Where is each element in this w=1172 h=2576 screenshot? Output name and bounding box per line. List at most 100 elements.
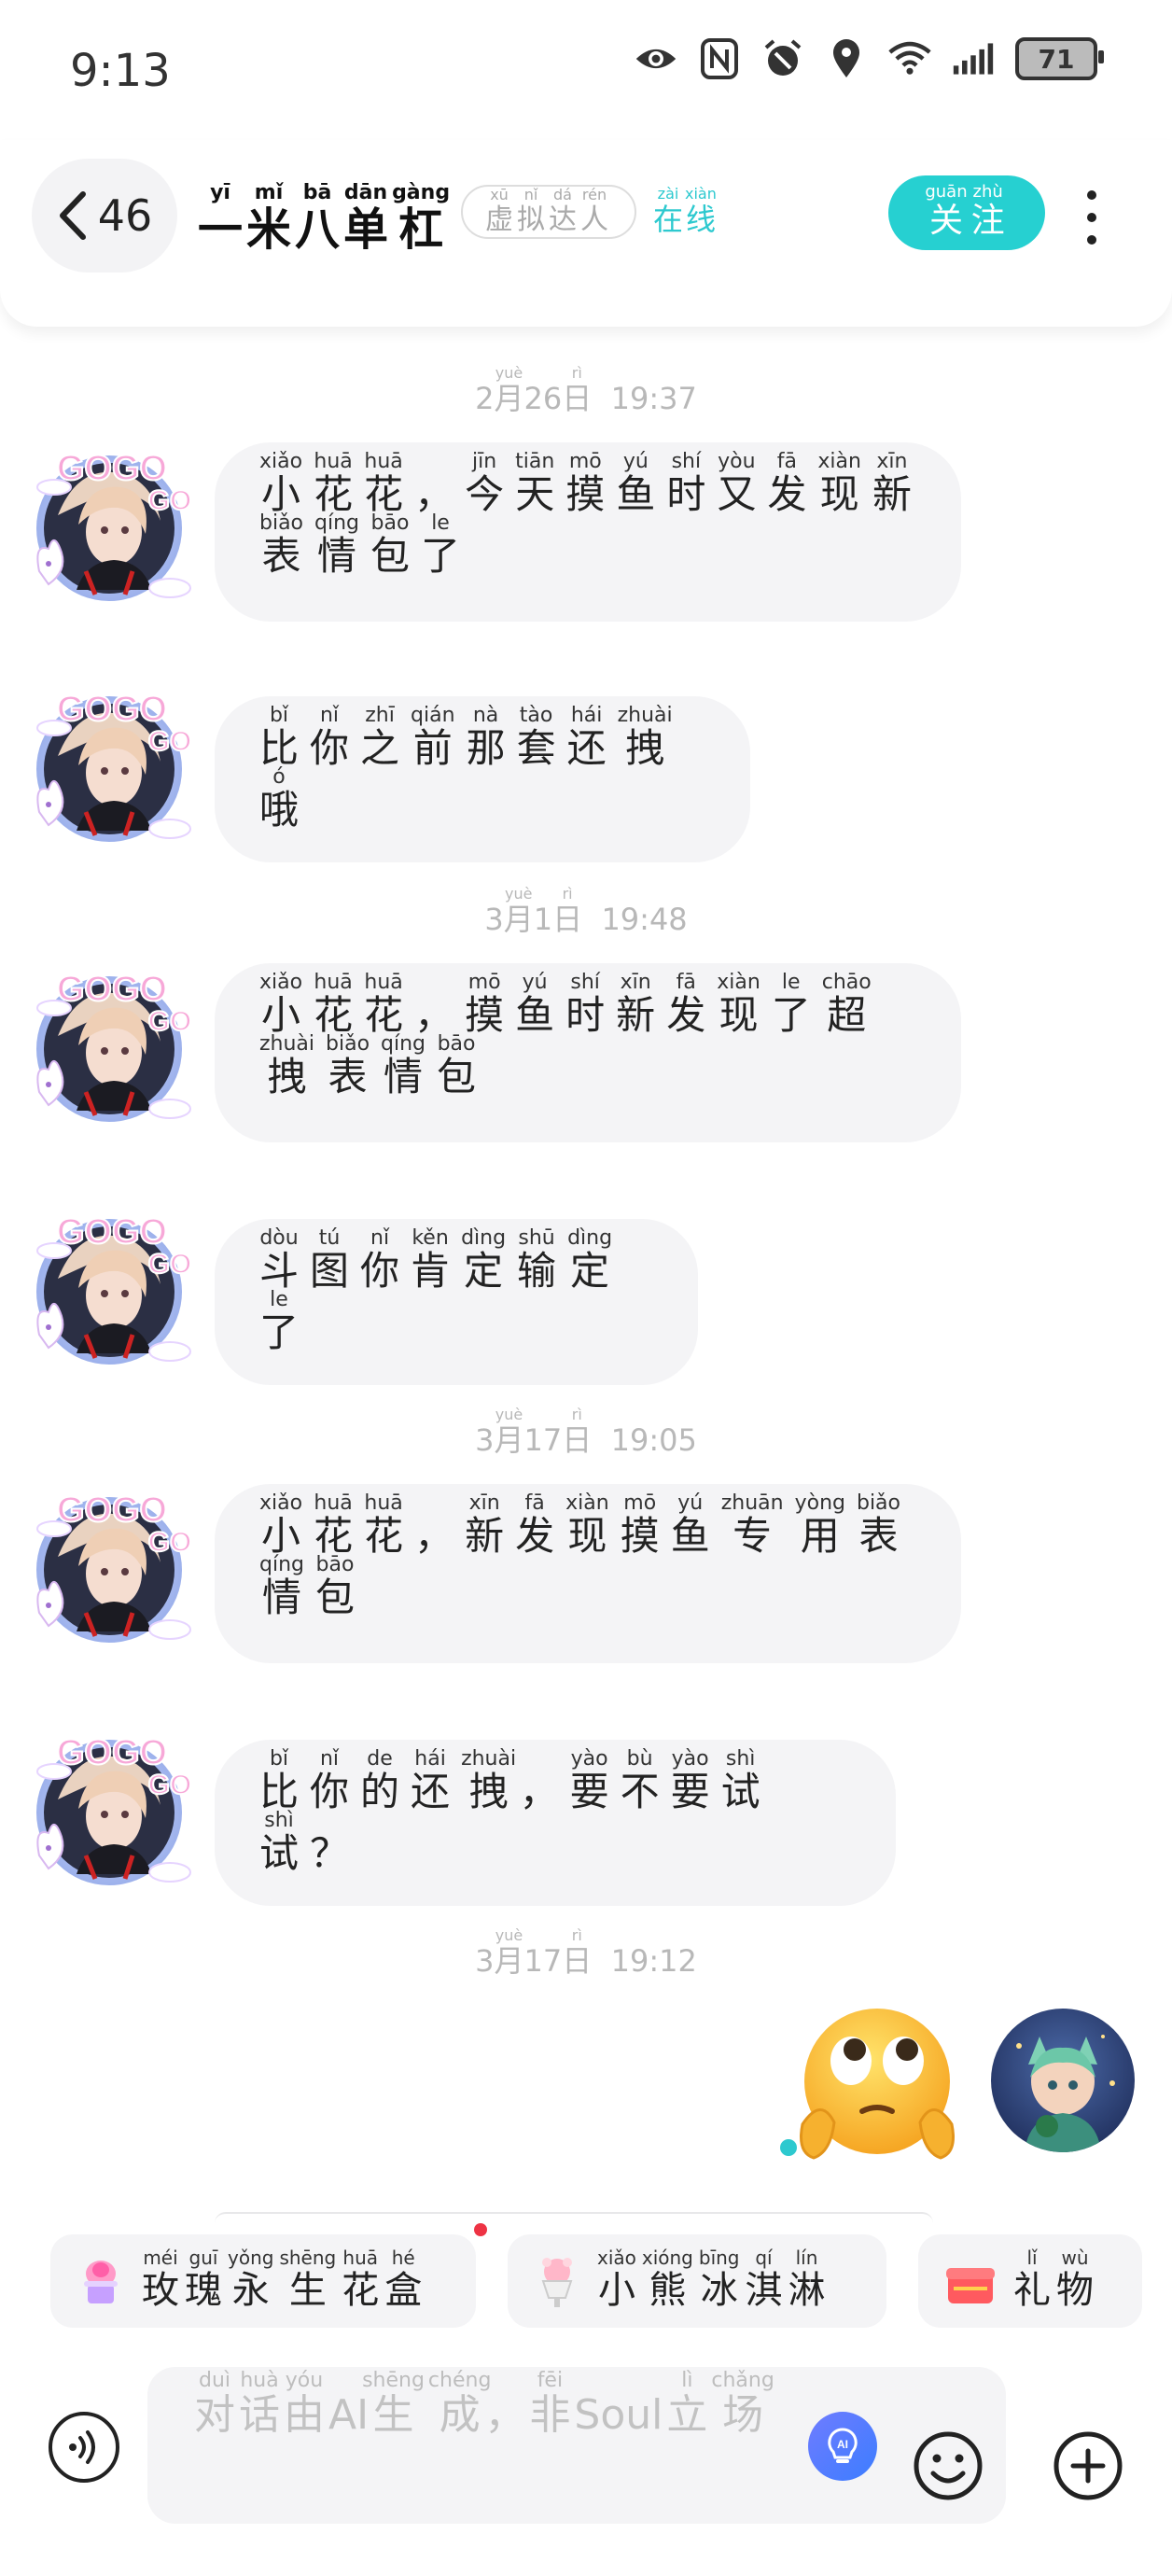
contact-avatar[interactable]: GOGO GO	[21, 952, 198, 1129]
char: 天tiān	[515, 450, 555, 517]
svg-text:GOGO: GOGO	[57, 1491, 167, 1530]
message-input[interactable]: 对duì话huà由yóu AI 生shēng成chéng，非fēiSoul立lì场c…	[147, 2367, 1006, 2524]
icecream-icon	[541, 2258, 573, 2307]
online-status: 在zài线xiàn	[653, 185, 719, 239]
char: 新xīn	[616, 971, 656, 1038]
char: 新xīn	[872, 450, 912, 517]
char: 的de	[360, 1747, 400, 1814]
char: 小xiǎo	[259, 450, 303, 517]
char: 线xiàn	[685, 185, 717, 237]
eye-icon	[635, 37, 677, 80]
char: 前qián	[411, 704, 455, 771]
gift-button[interactable]: 礼lǐ物wù	[918, 2234, 1142, 2328]
char: 淇qí	[745, 2246, 783, 2312]
message-bubble[interactable]: 小xiǎo花huā花huā， 新xīn发fā现xiàn摸mō鱼yú专zhuān用y…	[215, 1484, 961, 1663]
char: 由yóu	[284, 2369, 325, 2439]
char: 花huā	[314, 971, 354, 1038]
char: 输shū	[517, 1226, 557, 1294]
char: ，	[414, 471, 454, 517]
gift-rose-box[interactable]: 玫méi瑰guī永yǒng生shēng花huā盒hé	[50, 2234, 476, 2328]
message-bubble[interactable]: 小xiǎo花huā花huā， 今jīn天tiān摸mō鱼yú时shí又yòu发fā…	[215, 442, 961, 622]
char: 新xīn	[465, 1491, 505, 1559]
char: 现xiàn	[565, 1491, 609, 1559]
battery-level: 71	[1038, 43, 1075, 75]
my-avatar[interactable]	[991, 2009, 1135, 2152]
follow-button[interactable]: 关guān 注zhù	[888, 175, 1045, 250]
char: 立lì	[666, 2369, 708, 2439]
char: 你nǐ	[310, 1747, 350, 1814]
contact-avatar[interactable]: GOGO GO	[21, 1473, 198, 1650]
char: ，	[414, 992, 454, 1038]
char: 那nà	[466, 704, 506, 771]
char: 生shēng	[279, 2246, 337, 2312]
char: 冰bīng	[698, 2246, 740, 2312]
svg-text:GOGO: GOGO	[57, 1212, 167, 1252]
alarm-icon	[761, 37, 804, 80]
emoji-button[interactable]	[913, 2430, 984, 2501]
char: 图tú	[310, 1226, 350, 1294]
char: 试shì	[720, 1747, 760, 1814]
gift-icon	[946, 2268, 995, 2303]
message-bubble[interactable]: 斗dòu图tú你nǐ肯kěn定dìng输shū定dìng了le	[215, 1219, 698, 1385]
signal-icon	[952, 37, 995, 80]
char: 包bāo	[437, 1032, 477, 1099]
char: 小xiǎo	[259, 971, 303, 1038]
rose-box-icon	[84, 2261, 118, 2303]
char: 虚xū	[485, 185, 513, 236]
ai-assist-button[interactable]: AI	[808, 2412, 877, 2481]
location-icon	[825, 37, 868, 80]
char: 盒hé	[384, 2246, 423, 2312]
char: 肯kěn	[411, 1226, 451, 1294]
message-bubble[interactable]: 比bǐ你nǐ之zhī 前qián 那nà套tào还hái拽zhuài 哦ó	[215, 696, 750, 862]
char: 人rén	[580, 185, 608, 236]
voice-input-button[interactable]	[49, 2412, 119, 2483]
contact-avatar[interactable]: GOGO GO	[21, 431, 198, 609]
char: 在zài	[653, 185, 684, 237]
char: 现xiàn	[717, 971, 760, 1038]
more-actions-button[interactable]	[1053, 2430, 1123, 2501]
back-button[interactable]: 46	[32, 159, 177, 273]
char: 表biǎo	[326, 1032, 370, 1099]
char: 成chéng	[427, 2369, 492, 2439]
svg-text:GOGO: GOGO	[57, 970, 167, 1009]
sent-emoji-message[interactable]	[793, 2003, 961, 2171]
char: 注zhù	[970, 182, 1005, 240]
message-bubble[interactable]: 小xiǎo花huā花huā， 摸mō鱼yú时shí新xīn发fā现xiàn了le超…	[215, 963, 961, 1142]
char: 淋lín	[788, 2246, 826, 2312]
char: 花huā	[314, 450, 354, 517]
char: 小xiǎo	[259, 1491, 303, 1559]
svg-text:GO: GO	[148, 1006, 192, 1037]
timestamp: 3月yuè1日rì 19:48	[484, 885, 688, 937]
timestamp: 3月yuè17日rì 19:05	[475, 1406, 697, 1458]
contact-avatar[interactable]: GOGO GO	[21, 672, 198, 849]
svg-text:GO: GO	[148, 726, 192, 757]
char: 摸mō	[465, 971, 505, 1038]
nfc-icon	[698, 37, 741, 80]
char: 八bā	[295, 181, 341, 256]
char: 用yòng	[794, 1491, 845, 1559]
message-bubble[interactable]: 比bǐ你nǐ的de还hái拽zhuài， 要yào不bù要yào试shì试shì？	[215, 1740, 896, 1906]
contact-avatar[interactable]: GOGO GO	[21, 1195, 198, 1372]
char: 发fā	[515, 1491, 555, 1559]
char: 花huā	[364, 1491, 404, 1559]
svg-text:GO: GO	[148, 1249, 192, 1280]
char: 发fā	[666, 971, 706, 1038]
contact-avatar[interactable]: GOGO GO	[21, 1715, 198, 1893]
wifi-icon	[888, 37, 931, 80]
gift-bear-icecream[interactable]: 小xiǎo熊xióng冰bīng淇qí淋lín	[508, 2234, 886, 2328]
char: 你nǐ	[360, 1226, 400, 1294]
char: 鱼yú	[515, 971, 555, 1038]
unread-count: 46	[97, 190, 153, 241]
plus-circle-icon	[1053, 2431, 1123, 2500]
char: 发fā	[767, 450, 807, 517]
char: 之zhī	[360, 704, 400, 771]
char: 情qíng	[381, 1032, 426, 1099]
char: 瑰guī	[185, 2246, 222, 2312]
char: 米mǐ	[246, 181, 292, 256]
pleading-face-icon	[800, 2009, 955, 2160]
contact-name[interactable]: 一yī米mǐ八bā单dān杠gàng	[198, 181, 453, 258]
more-options-icon[interactable]	[1073, 185, 1110, 250]
status-icons: 71	[635, 37, 1104, 80]
char: 拽zhuài	[259, 1032, 315, 1099]
char: 时shí	[565, 971, 606, 1038]
